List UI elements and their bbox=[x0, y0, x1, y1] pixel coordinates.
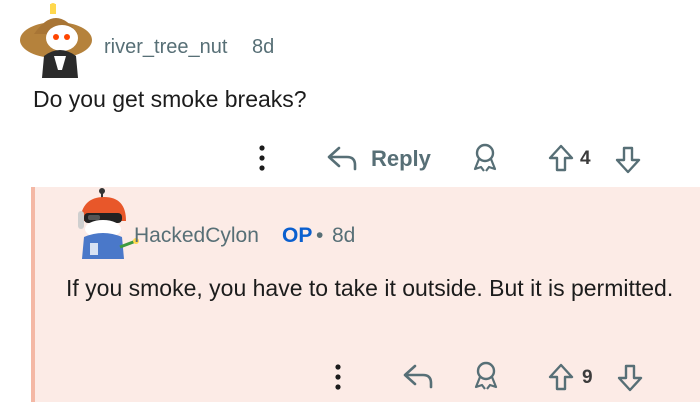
more-options-icon[interactable] bbox=[333, 364, 343, 395]
op-badge: OP bbox=[282, 224, 313, 247]
username[interactable]: HackedCylon bbox=[134, 224, 259, 248]
upvote-icon[interactable] bbox=[547, 143, 575, 178]
avatar[interactable] bbox=[20, 0, 96, 80]
username[interactable]: river_tree_nut bbox=[104, 36, 227, 59]
vote-count: 9 bbox=[582, 367, 593, 388]
comment-body: Do you get smoke breaks? bbox=[33, 86, 307, 112]
reply-arrow-icon[interactable] bbox=[401, 362, 435, 395]
avatar[interactable] bbox=[70, 187, 140, 263]
comment-action-bar: Reply 4 bbox=[0, 140, 700, 176]
award-icon[interactable] bbox=[471, 360, 501, 395]
comment-age: 8d bbox=[252, 36, 275, 58]
reply-arrow-icon[interactable] bbox=[325, 144, 359, 177]
upvote-icon[interactable] bbox=[547, 362, 575, 397]
vote-count: 4 bbox=[580, 148, 591, 169]
reply-body: If you smoke, you have to take it outsid… bbox=[66, 275, 674, 301]
award-icon[interactable] bbox=[470, 142, 500, 177]
separator-dot: • bbox=[316, 224, 324, 247]
downvote-icon[interactable] bbox=[616, 363, 644, 398]
downvote-icon[interactable] bbox=[614, 145, 642, 180]
reply-age: 8d bbox=[332, 224, 356, 247]
reply-button[interactable]: Reply bbox=[371, 146, 431, 172]
more-options-icon[interactable] bbox=[257, 145, 267, 176]
